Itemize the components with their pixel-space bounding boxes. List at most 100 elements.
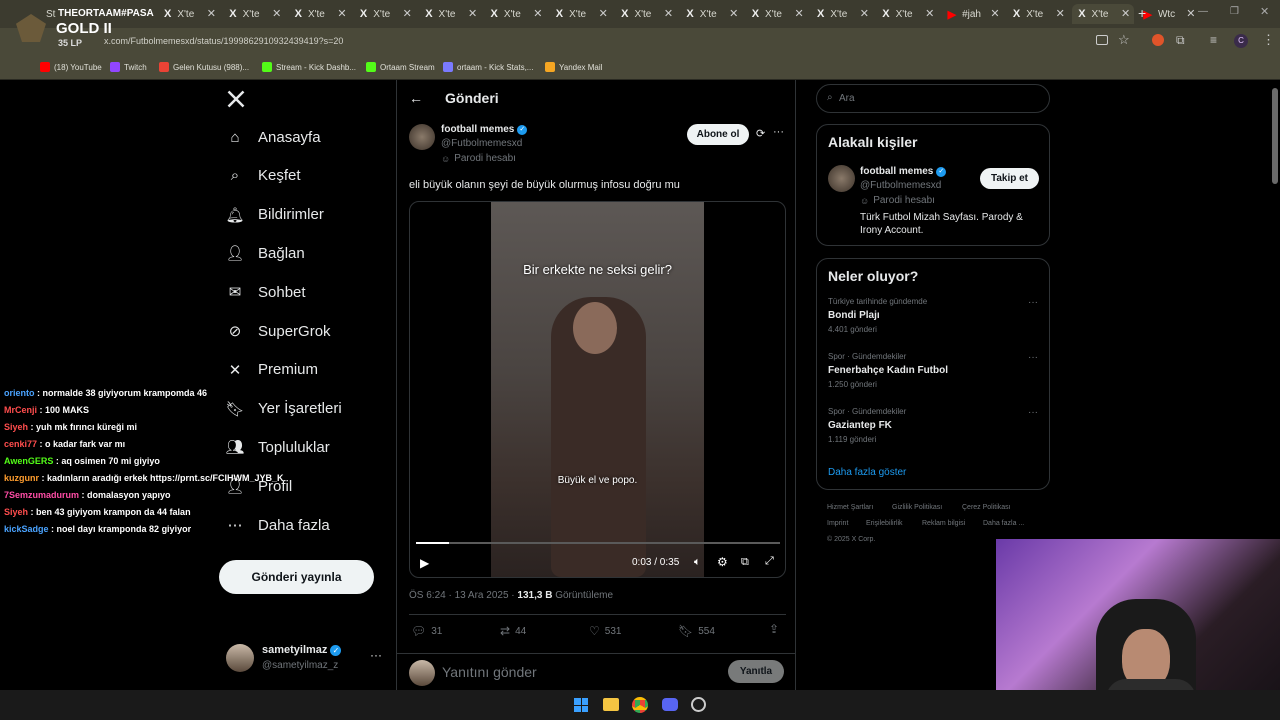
more-dots-icon[interactable]: ··· <box>370 648 382 662</box>
trend-item[interactable]: Spor · Gündemdekiler Fenerbahçe Kadın Fut… <box>828 352 1040 400</box>
new-tab-button[interactable]: + <box>1138 5 1146 21</box>
volume-icon[interactable]: 🔈︎ <box>694 556 701 569</box>
browser-tab[interactable]: X X'te ✕ <box>289 4 351 24</box>
footer-link[interactable]: Reklam bilgisi <box>922 520 965 527</box>
tab-close-icon[interactable]: ✕ <box>533 7 542 20</box>
browser-tab[interactable]: X X'te ✕ <box>680 4 742 24</box>
footer-link[interactable]: Daha fazla ... <box>983 520 1024 527</box>
tab-close-icon[interactable]: ✕ <box>1056 7 1065 20</box>
tab-close-icon[interactable]: ✕ <box>207 7 216 20</box>
relevant-handle[interactable]: @Futbolmemesxd <box>860 180 941 191</box>
tab-close-icon[interactable]: ✕ <box>272 7 281 20</box>
tab-close-icon[interactable]: ✕ <box>1121 7 1130 20</box>
browser-tab[interactable]: X X'te ✕ <box>485 4 547 24</box>
reading-list-icon[interactable]: ≡ <box>1210 33 1217 47</box>
bookmark-item[interactable]: Yandex Mail <box>545 62 602 72</box>
star-icon[interactable]: ☆ <box>1118 32 1130 48</box>
play-icon[interactable]: ▶ <box>420 556 429 570</box>
browser-tab[interactable]: X X'te ✕ <box>419 4 481 24</box>
tab-close-icon[interactable]: ✕ <box>337 7 346 20</box>
window-close-button[interactable]: ✕ <box>1260 5 1269 18</box>
relevant-name[interactable]: football memes <box>860 166 933 177</box>
reply-input[interactable]: Yanıtını gönder <box>442 664 537 680</box>
author-avatar[interactable] <box>409 124 435 150</box>
author-name[interactable]: football memes <box>441 124 514 135</box>
footer-link[interactable]: Çerez Politikası <box>962 504 1011 511</box>
browser-tab[interactable]: X X'te ✕ <box>550 4 612 24</box>
nav-item-6[interactable]: ⊘ SuperGrok <box>226 322 331 341</box>
tab-close-icon[interactable]: ✕ <box>860 7 869 20</box>
minimize-button[interactable]: — <box>1198 6 1208 17</box>
settings-gear-icon[interactable]: ⚙ <box>717 555 728 569</box>
browser-tab[interactable]: X X'te ✕ <box>354 4 416 24</box>
tab-close-icon[interactable]: ✕ <box>1186 7 1195 20</box>
tab-close-icon[interactable]: ✕ <box>729 7 738 20</box>
like-button[interactable]: ♡ 531 <box>589 624 621 638</box>
browser-tab[interactable]: X X'te ✕ <box>746 4 808 24</box>
more-dots-icon[interactable]: ··· <box>1028 352 1038 363</box>
scrollbar[interactable] <box>1272 88 1278 184</box>
nav-item-1[interactable]: ⌂ Anasayfa <box>226 128 320 146</box>
footer-link[interactable]: Erişilebilirlik <box>866 520 903 527</box>
cast-icon[interactable] <box>1096 35 1108 45</box>
browser-tab[interactable]: X X'te ✕ <box>223 4 285 24</box>
more-dots-icon[interactable]: ··· <box>773 126 784 138</box>
footer-link[interactable]: Imprint <box>827 520 848 527</box>
search-input[interactable]: Ara <box>839 93 855 104</box>
pip-icon[interactable]: ⧉ <box>741 556 749 569</box>
bookmark-button[interactable]: 🔖︎ 554 <box>678 624 715 638</box>
browser-tab[interactable]: X X'te ✕ <box>158 4 220 24</box>
nav-item-5[interactable]: ✉ Sohbet <box>226 283 306 302</box>
tab-close-icon[interactable]: ✕ <box>794 7 803 20</box>
more-dots-icon[interactable]: ··· <box>1028 297 1038 308</box>
post-button[interactable]: Gönderi yayınla <box>219 560 374 594</box>
browser-tab[interactable]: X X'te ✕ <box>1072 4 1135 24</box>
bookmark-item[interactable]: Ortaam Stream <box>366 62 435 72</box>
tab-close-icon[interactable]: ✕ <box>468 7 477 20</box>
footer-link[interactable]: Gizlilik Politikası <box>892 504 942 511</box>
extension-fox-icon[interactable] <box>1152 34 1164 46</box>
nav-item-7[interactable]: ✕ Premium <box>226 361 318 379</box>
follow-button[interactable]: Takip et <box>980 168 1039 189</box>
browser-tab[interactable]: ▶ #jah ✕ <box>942 4 1004 24</box>
tab-close-icon[interactable]: ✕ <box>664 7 673 20</box>
bookmark-item[interactable]: ortaam - Kick Stats,... <box>443 62 533 72</box>
post-timestamp[interactable]: ÖS 6:24 · 13 Ara 2025 · <box>409 590 517 601</box>
restore-button[interactable]: ❐ <box>1230 6 1239 17</box>
video-player[interactable]: Bir erkekte ne seksi gelir? Büyük el ve … <box>409 201 786 578</box>
nav-item-4[interactable]: 👤︎ Bağlan <box>225 244 304 263</box>
browser-tab[interactable]: X X'te ✕ <box>811 4 873 24</box>
account-switcher[interactable]: sametyilmaz ✓ @sametyilmaz_z ··· <box>226 642 386 676</box>
bookmark-item[interactable]: Gelen Kutusu (988)... <box>159 62 249 72</box>
tab-close-icon[interactable]: ✕ <box>403 7 412 20</box>
windows-start-icon[interactable] <box>574 698 588 712</box>
browser-tab[interactable]: X X'te ✕ <box>876 4 938 24</box>
share-icon[interactable]: ⇪ <box>769 622 779 636</box>
tab-close-icon[interactable]: ✕ <box>925 7 934 20</box>
reply-submit-button[interactable]: Yanıtla <box>728 660 784 683</box>
discord-icon[interactable] <box>662 698 678 711</box>
trend-item[interactable]: Spor · Gündemdekiler Gaziantep FK 1.119 gö… <box>828 407 1040 455</box>
tab-close-icon[interactable]: ✕ <box>990 7 999 20</box>
chrome-icon[interactable] <box>632 697 648 713</box>
file-explorer-icon[interactable] <box>603 698 619 711</box>
reply-button[interactable]: 💬︎ 31 <box>411 624 442 638</box>
fullscreen-icon[interactable]: ⤢ <box>765 555 774 568</box>
browser-tab[interactable]: X X'te ✕ <box>1007 4 1069 24</box>
follow-button[interactable]: Abone ol <box>687 124 749 145</box>
show-more-link[interactable]: Daha fazla göster <box>828 467 906 478</box>
bookmark-item[interactable]: Stream - Kick Dashb... <box>262 62 356 72</box>
app-icon[interactable] <box>691 697 706 712</box>
profile-avatar[interactable]: C <box>1234 34 1248 48</box>
extensions-icon[interactable]: ⧉ <box>1176 33 1185 48</box>
nav-item-3[interactable]: 🔔︎ Bildirimler <box>225 206 323 224</box>
more-dots-icon[interactable]: ··· <box>1028 407 1038 418</box>
trend-item[interactable]: Türkiye tarihinde gündemde Bondi Plajı 4.4… <box>828 297 1040 345</box>
browser-menu-icon[interactable]: ⋮ <box>1262 32 1275 48</box>
video-progress-track[interactable] <box>416 542 780 544</box>
nav-item-2[interactable]: ⌕ Keşfet <box>226 167 301 185</box>
grok-icon[interactable]: ⟳ <box>756 127 765 140</box>
search-box[interactable]: ⌕ Ara <box>816 84 1050 113</box>
browser-tab[interactable]: X X'te ✕ <box>615 4 677 24</box>
tab-close-icon[interactable]: ✕ <box>599 7 608 20</box>
